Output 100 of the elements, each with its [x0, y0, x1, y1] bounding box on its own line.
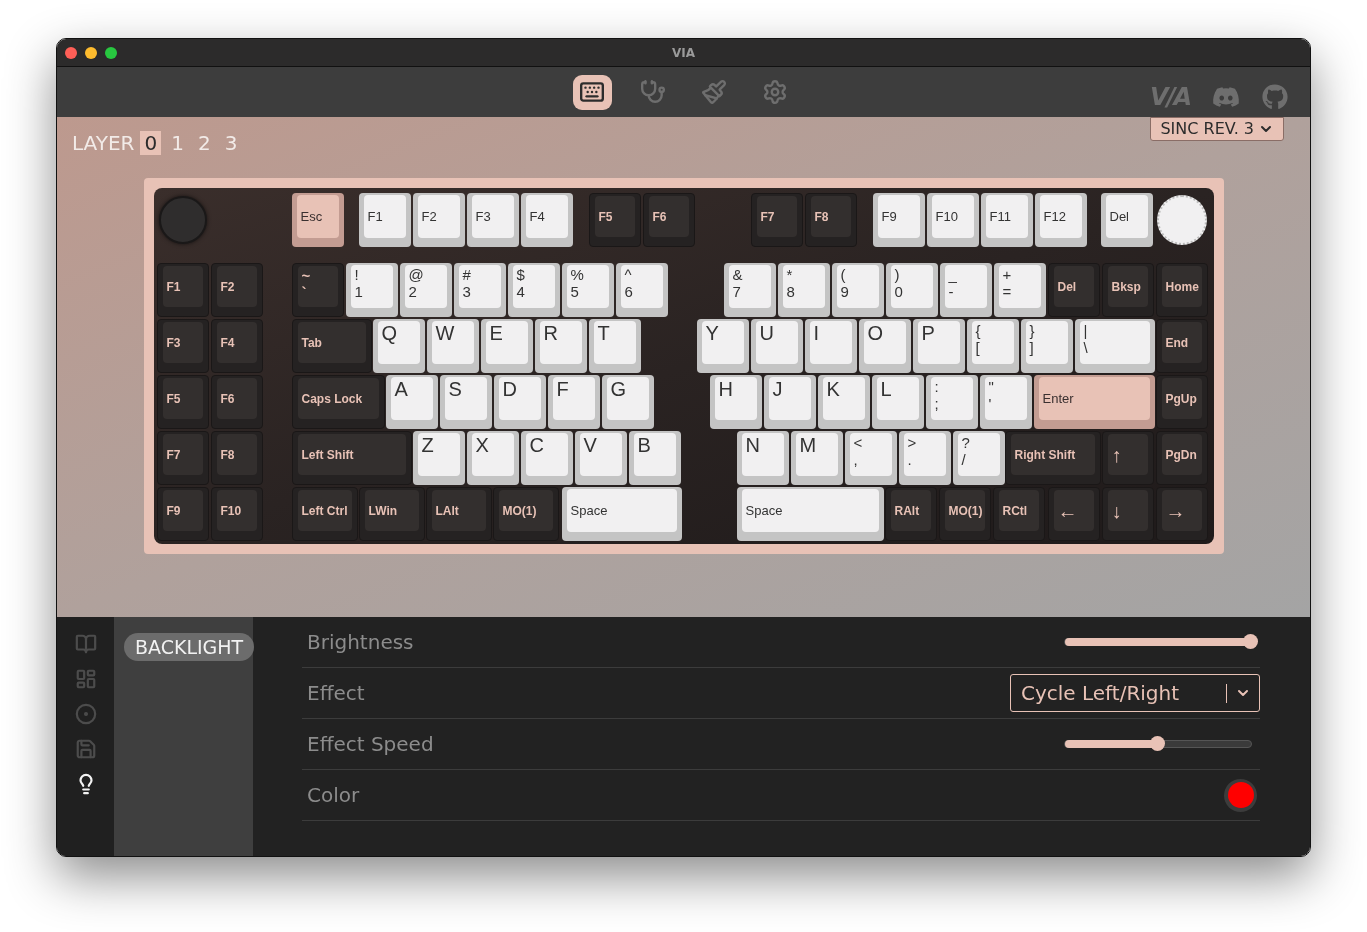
key[interactable]: Q: [372, 319, 425, 373]
key[interactable]: Y: [696, 319, 749, 373]
key[interactable]: | \: [1074, 319, 1155, 373]
key[interactable]: > .: [898, 431, 951, 485]
key[interactable]: LWin: [358, 487, 425, 541]
key[interactable]: MO(1): [492, 487, 559, 541]
key[interactable]: Caps Lock: [291, 375, 385, 429]
menu-item[interactable]: BACKLIGHT: [124, 633, 255, 661]
key[interactable]: →: [1155, 487, 1208, 541]
key[interactable]: @ 2: [399, 263, 452, 317]
key[interactable]: K: [817, 375, 870, 429]
key[interactable]: R: [534, 319, 587, 373]
key[interactable]: F10: [210, 487, 263, 541]
key[interactable]: F3: [156, 319, 209, 373]
key[interactable]: F11: [980, 193, 1033, 247]
light-knob-icon[interactable]: [1156, 195, 1207, 245]
color-swatch[interactable]: [1224, 778, 1257, 812]
key[interactable]: % 5: [561, 263, 614, 317]
key[interactable]: # 3: [453, 263, 506, 317]
key[interactable]: PgDn: [1155, 431, 1208, 485]
key[interactable]: RCtl: [992, 487, 1045, 541]
key[interactable]: Space: [736, 487, 884, 541]
key[interactable]: ←: [1047, 487, 1100, 541]
key[interactable]: F3: [466, 193, 519, 247]
key[interactable]: U: [750, 319, 803, 373]
key[interactable]: ↑: [1101, 431, 1154, 485]
key[interactable]: O: [858, 319, 911, 373]
key[interactable]: " ': [979, 375, 1032, 429]
key[interactable]: N: [736, 431, 789, 485]
key[interactable]: F6: [210, 375, 263, 429]
key[interactable]: LAlt: [425, 487, 492, 541]
key[interactable]: Left Shift: [291, 431, 412, 485]
key[interactable]: Home: [1155, 263, 1208, 317]
key[interactable]: I: [804, 319, 857, 373]
zoom-control[interactable]: [105, 47, 117, 59]
key[interactable]: F6: [642, 193, 695, 247]
key[interactable]: < ,: [844, 431, 897, 485]
key[interactable]: Tab: [291, 319, 372, 373]
nav-tab[interactable]: [572, 74, 612, 110]
key[interactable]: F9: [872, 193, 925, 247]
key[interactable]: RAlt: [884, 487, 937, 541]
key[interactable]: F8: [210, 431, 263, 485]
key[interactable]: D: [493, 375, 546, 429]
key[interactable]: F12: [1034, 193, 1087, 247]
key[interactable]: T: [588, 319, 641, 373]
layer-tab[interactable]: 0: [140, 131, 162, 155]
key[interactable]: F: [547, 375, 600, 429]
key[interactable]: Del: [1047, 263, 1100, 317]
device-dropdown[interactable]: SINC REV. 3: [1150, 117, 1284, 141]
key[interactable]: F1: [156, 263, 209, 317]
effect-dropdown[interactable]: Cycle Left/Right: [1010, 674, 1260, 712]
key[interactable]: Esc: [291, 193, 344, 247]
key[interactable]: F1: [358, 193, 411, 247]
key[interactable]: J: [763, 375, 816, 429]
key[interactable]: ) 0: [885, 263, 938, 317]
key[interactable]: Enter: [1033, 375, 1155, 429]
key[interactable]: ^ 6: [615, 263, 668, 317]
key[interactable]: X: [466, 431, 519, 485]
key[interactable]: L: [871, 375, 924, 429]
key[interactable]: Bksp: [1101, 263, 1154, 317]
key[interactable]: V: [574, 431, 627, 485]
key[interactable]: E: [480, 319, 533, 373]
key[interactable]: A: [385, 375, 438, 429]
key[interactable]: } ]: [1020, 319, 1073, 373]
key[interactable]: : ;: [925, 375, 978, 429]
key[interactable]: P: [912, 319, 965, 373]
dark-knob-icon[interactable]: [158, 196, 207, 244]
key[interactable]: ( 9: [831, 263, 884, 317]
key[interactable]: ? /: [952, 431, 1005, 485]
key[interactable]: G: [601, 375, 654, 429]
key[interactable]: MO(1): [938, 487, 991, 541]
key[interactable]: H: [709, 375, 762, 429]
github-icon[interactable]: [1262, 84, 1288, 110]
key[interactable]: Right Shift: [1004, 431, 1101, 485]
key[interactable]: F2: [210, 263, 263, 317]
key[interactable]: C: [520, 431, 573, 485]
key[interactable]: F4: [210, 319, 263, 373]
key[interactable]: End: [1155, 319, 1208, 373]
key[interactable]: B: [628, 431, 681, 485]
key[interactable]: Z: [412, 431, 465, 485]
key[interactable]: S: [439, 375, 492, 429]
close-control[interactable]: [65, 47, 77, 59]
key[interactable]: F8: [804, 193, 857, 247]
key[interactable]: F10: [926, 193, 979, 247]
key[interactable]: Left Ctrl: [291, 487, 358, 541]
key[interactable]: { [: [966, 319, 1019, 373]
key[interactable]: F7: [156, 431, 209, 485]
key[interactable]: ↓: [1101, 487, 1154, 541]
key[interactable]: F9: [156, 487, 209, 541]
key[interactable]: M: [790, 431, 843, 485]
key[interactable]: F4: [520, 193, 573, 247]
key[interactable]: ! 1: [345, 263, 398, 317]
key[interactable]: Del: [1100, 193, 1153, 247]
key[interactable]: * 8: [777, 263, 830, 317]
key[interactable]: + =: [993, 263, 1046, 317]
key[interactable]: W: [426, 319, 479, 373]
minimize-control[interactable]: [85, 47, 97, 59]
key[interactable]: F5: [156, 375, 209, 429]
key[interactable]: F5: [588, 193, 641, 247]
key[interactable]: F2: [412, 193, 465, 247]
